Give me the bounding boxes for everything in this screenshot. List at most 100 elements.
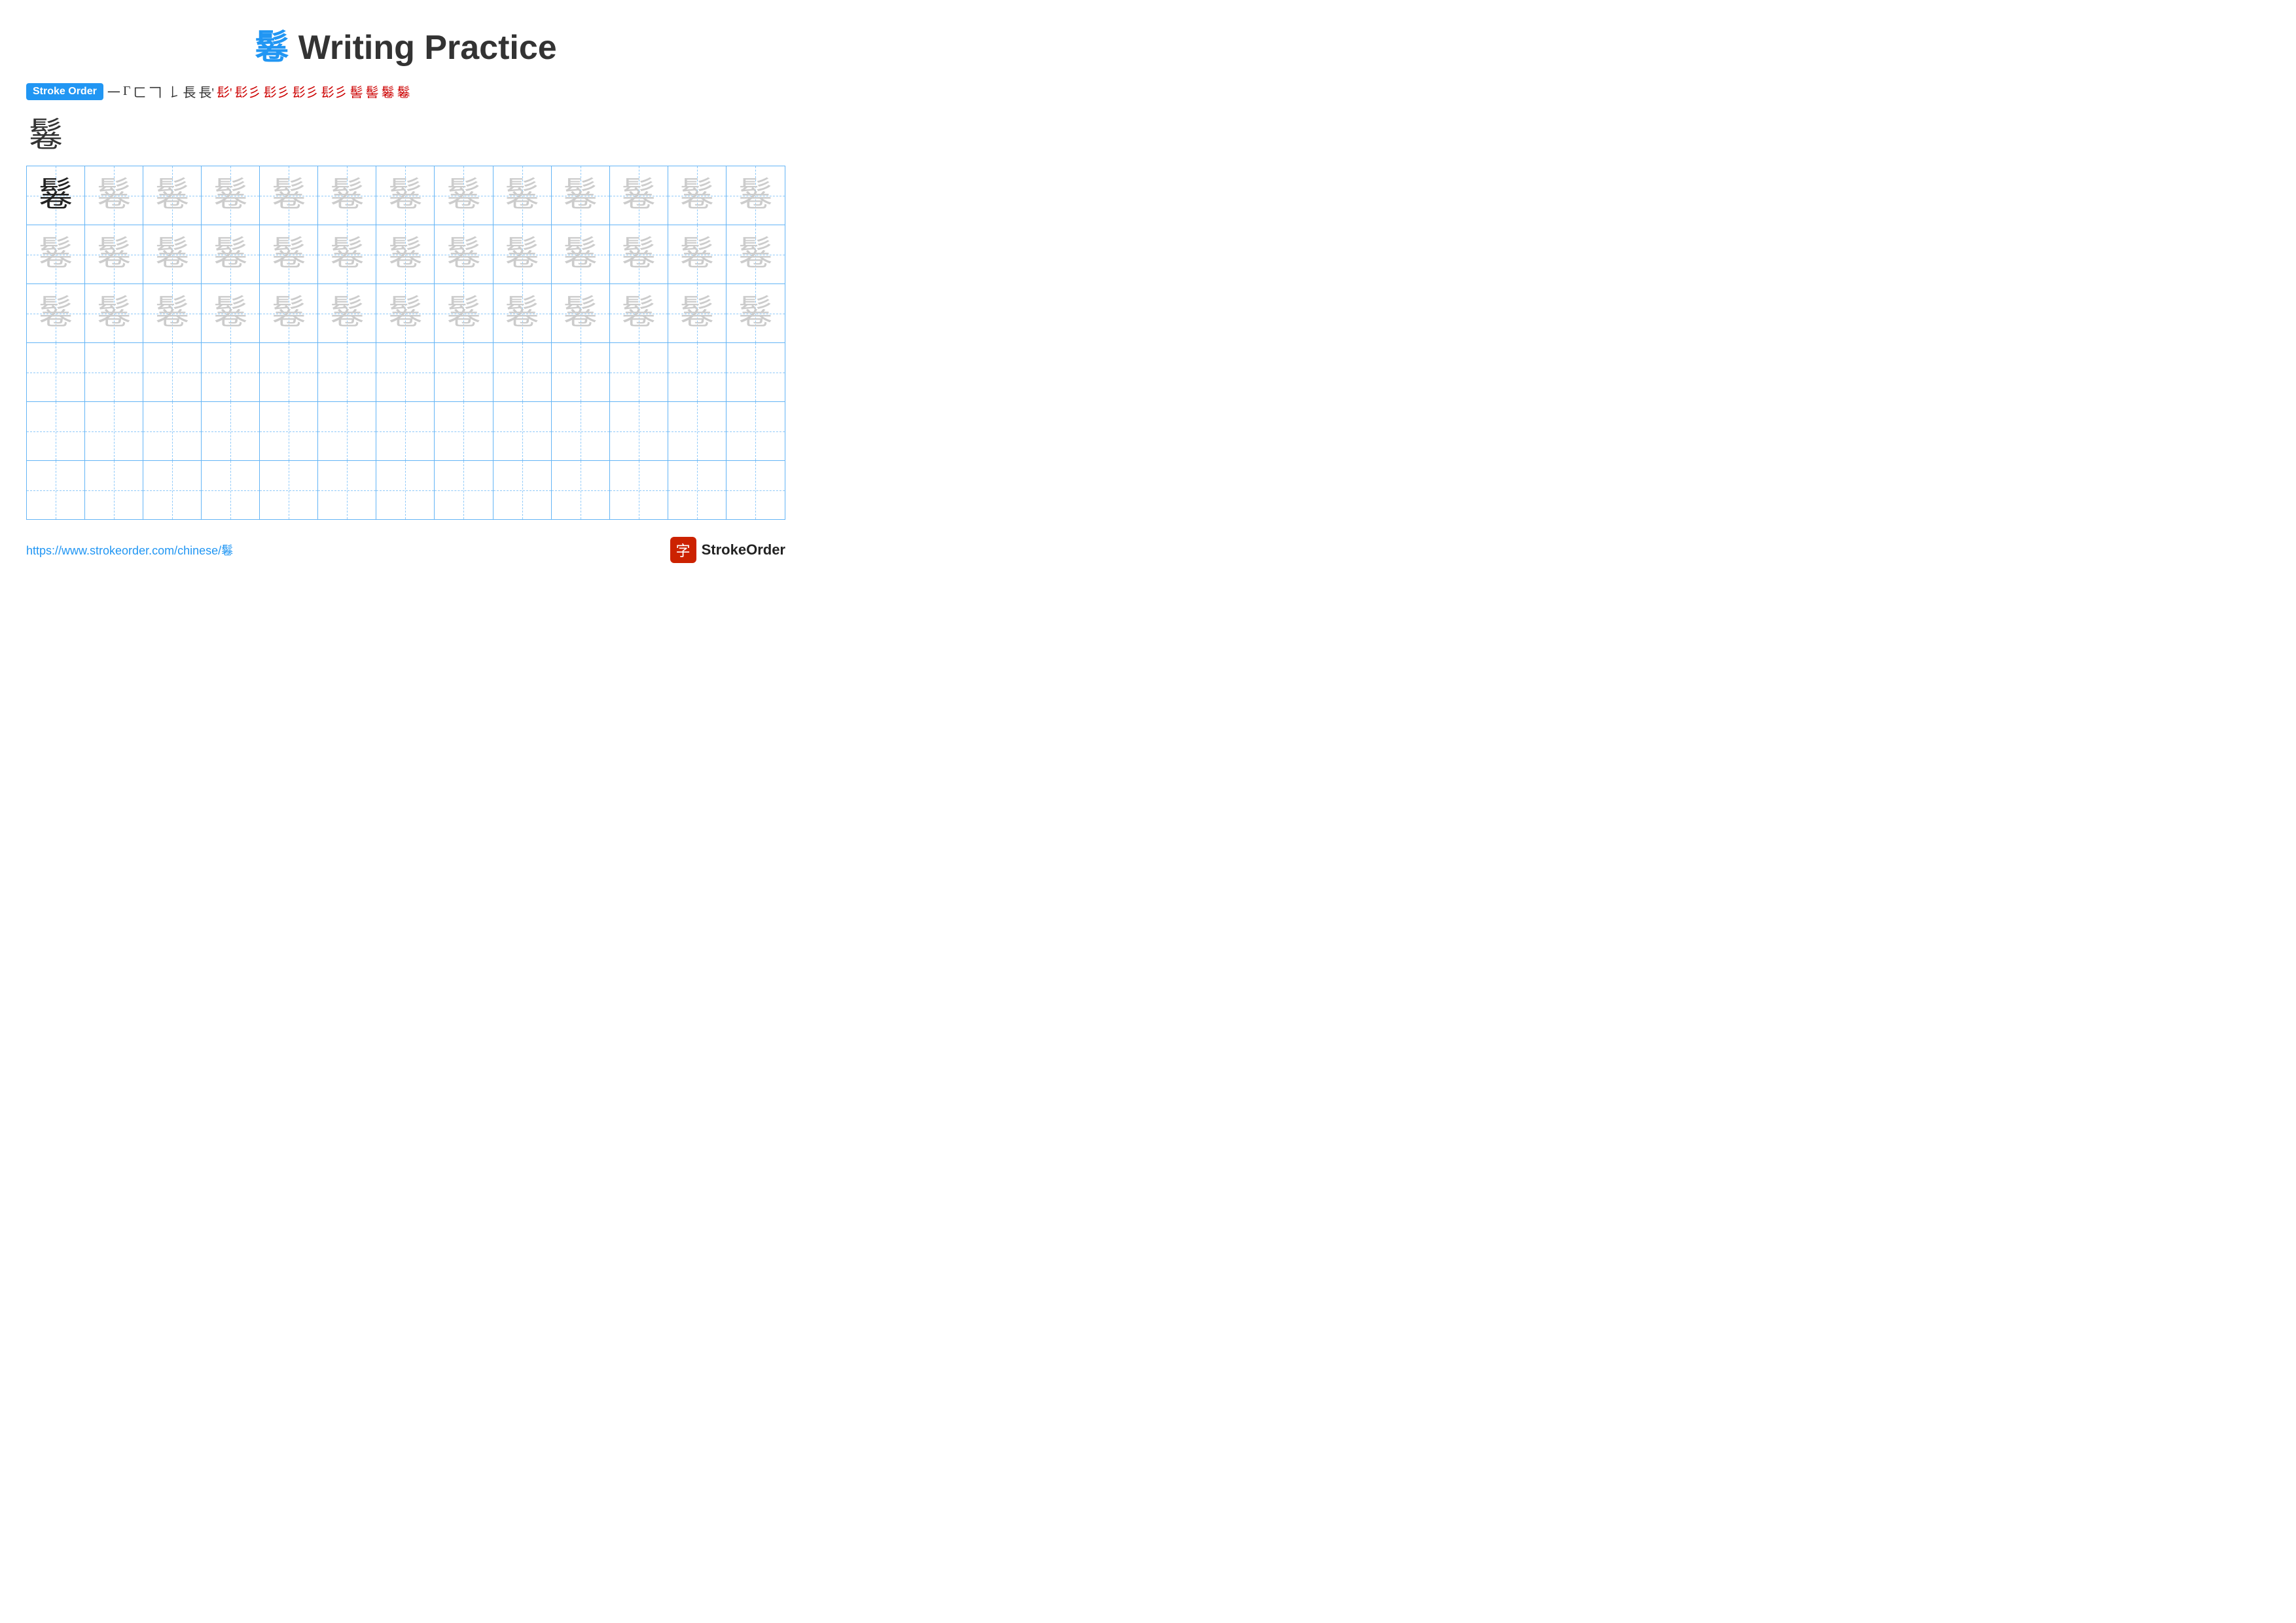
cell-6-1[interactable] [27, 461, 85, 519]
cell-1-4: 鬈 [202, 166, 260, 225]
cell-6-13[interactable] [726, 461, 785, 519]
cell-6-2[interactable] [85, 461, 143, 519]
stroke-7: 長 [183, 82, 196, 101]
cell-5-12[interactable] [668, 402, 726, 460]
cell-3-6: 鬈 [318, 284, 376, 342]
cell-5-3[interactable] [143, 402, 202, 460]
cell-2-11: 鬈 [610, 225, 668, 283]
footer-url[interactable]: https://www.strokeorder.com/chinese/鬈 [26, 541, 233, 558]
cell-4-2[interactable] [85, 343, 143, 401]
stroke-10: 髟彡 [235, 82, 261, 101]
cell-2-8: 鬈 [435, 225, 493, 283]
grid-row-5 [27, 402, 785, 461]
stroke-14: 髻 [350, 82, 363, 101]
stroke-11: 髟彡 [264, 82, 290, 101]
title-character: 鬈 [255, 29, 289, 67]
footer: https://www.strokeorder.com/chinese/鬈 字 … [26, 537, 785, 563]
cell-5-5[interactable] [260, 402, 318, 460]
cell-5-6[interactable] [318, 402, 376, 460]
cell-6-4[interactable] [202, 461, 260, 519]
practice-grid: 鬈 鬈 鬈 鬈 鬈 鬈 鬈 鬈 鬈 鬈 鬈 鬈 [26, 166, 785, 520]
cell-4-10[interactable] [552, 343, 610, 401]
stroke-16: 鬈 [382, 82, 395, 101]
grid-row-4 [27, 343, 785, 402]
cell-1-7: 鬈 [376, 166, 435, 225]
cell-3-12: 鬈 [668, 284, 726, 342]
cell-4-12[interactable] [668, 343, 726, 401]
cell-3-11: 鬈 [610, 284, 668, 342]
brand-name: StrokeOrder [702, 541, 785, 558]
cell-2-13: 鬈 [726, 225, 785, 283]
stroke-9: 髟' [217, 82, 232, 101]
cell-4-1[interactable] [27, 343, 85, 401]
page-title: 鬈 Writing Practice [26, 20, 785, 69]
cell-4-8[interactable] [435, 343, 493, 401]
cell-6-7[interactable] [376, 461, 435, 519]
cell-3-3: 鬈 [143, 284, 202, 342]
cell-1-6: 鬈 [318, 166, 376, 225]
stroke-4: 𠃍 [149, 82, 162, 101]
cell-4-3[interactable] [143, 343, 202, 401]
cell-1-2: 鬈 [85, 166, 143, 225]
cell-2-10: 鬈 [552, 225, 610, 283]
cell-5-2[interactable] [85, 402, 143, 460]
stroke-12: 髟彡 [293, 82, 319, 101]
cell-5-1[interactable] [27, 402, 85, 460]
cell-2-1: 鬈 [27, 225, 85, 283]
cell-4-5[interactable] [260, 343, 318, 401]
cell-4-7[interactable] [376, 343, 435, 401]
cell-1-8: 鬈 [435, 166, 493, 225]
cell-6-8[interactable] [435, 461, 493, 519]
stroke-17: 鬈 [397, 82, 410, 101]
cell-6-3[interactable] [143, 461, 202, 519]
cell-2-5: 鬈 [260, 225, 318, 283]
cell-1-9: 鬈 [493, 166, 552, 225]
cell-3-9: 鬈 [493, 284, 552, 342]
cell-2-4: 鬈 [202, 225, 260, 283]
cell-5-8[interactable] [435, 402, 493, 460]
cell-6-9[interactable] [493, 461, 552, 519]
grid-row-3: 鬈 鬈 鬈 鬈 鬈 鬈 鬈 鬈 鬈 鬈 鬈 鬈 [27, 284, 785, 343]
cell-1-12: 鬈 [668, 166, 726, 225]
cell-3-1: 鬈 [27, 284, 85, 342]
cell-1-10: 鬈 [552, 166, 610, 225]
cell-5-9[interactable] [493, 402, 552, 460]
cell-6-5[interactable] [260, 461, 318, 519]
cell-5-13[interactable] [726, 402, 785, 460]
brand-icon: 字 [670, 537, 696, 563]
cell-1-5: 鬈 [260, 166, 318, 225]
cell-4-4[interactable] [202, 343, 260, 401]
cell-5-11[interactable] [610, 402, 668, 460]
stroke-2: Γ [123, 84, 131, 99]
footer-brand: 字 StrokeOrder [670, 537, 785, 563]
cell-3-10: 鬈 [552, 284, 610, 342]
cell-4-13[interactable] [726, 343, 785, 401]
cell-4-9[interactable] [493, 343, 552, 401]
cell-2-6: 鬈 [318, 225, 376, 283]
cell-1-11: 鬈 [610, 166, 668, 225]
cell-2-9: 鬈 [493, 225, 552, 283]
cell-1-1: 鬈 [27, 166, 85, 225]
cell-6-11[interactable] [610, 461, 668, 519]
grid-row-1: 鬈 鬈 鬈 鬈 鬈 鬈 鬈 鬈 鬈 鬈 鬈 鬈 [27, 166, 785, 225]
cell-4-6[interactable] [318, 343, 376, 401]
cell-3-2: 鬈 [85, 284, 143, 342]
cell-5-7[interactable] [376, 402, 435, 460]
cell-3-13: 鬈 [726, 284, 785, 342]
cell-4-11[interactable] [610, 343, 668, 401]
cell-6-10[interactable] [552, 461, 610, 519]
stroke-8: 長' [198, 82, 214, 101]
single-char-display: 鬈 [29, 107, 785, 156]
grid-row-2: 鬈 鬈 鬈 鬈 鬈 鬈 鬈 鬈 鬈 鬈 鬈 鬈 [27, 225, 785, 284]
cell-6-6[interactable] [318, 461, 376, 519]
stroke-13: 髟彡 [321, 82, 348, 101]
title-text: Writing Practice [289, 29, 556, 67]
cell-5-10[interactable] [552, 402, 610, 460]
cell-5-4[interactable] [202, 402, 260, 460]
cell-1-13: 鬈 [726, 166, 785, 225]
stroke-order-badge: Stroke Order [26, 83, 103, 100]
grid-row-6 [27, 461, 785, 519]
cell-6-12[interactable] [668, 461, 726, 519]
cell-2-12: 鬈 [668, 225, 726, 283]
stroke-3: ㄈ [133, 82, 146, 101]
